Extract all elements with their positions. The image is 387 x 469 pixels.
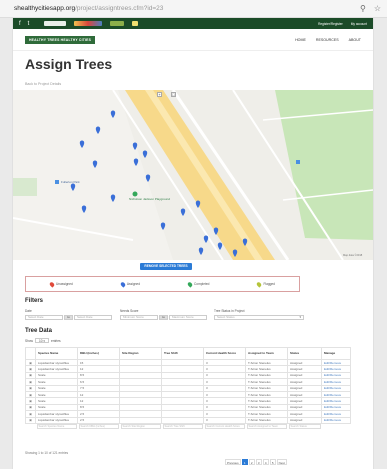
column-search-input[interactable]: Search Species Name — [36, 424, 77, 430]
column-search-row: Search Species Name Search DBH (inches) Se… — [26, 423, 351, 430]
url-text[interactable]: shealthycitiesapp.org/project/assigntree… — [14, 5, 352, 12]
column-search-input[interactable]: Search Current Health Score — [204, 424, 245, 430]
column-header-dbh[interactable]: DBH (inches) — [77, 347, 120, 360]
search-icon[interactable]: ⚲ — [360, 4, 366, 13]
column-search-input[interactable]: Search Tree Shift — [162, 424, 203, 430]
date-from-input[interactable]: Select Date — [25, 315, 63, 320]
page-2-button[interactable]: 2 — [248, 459, 255, 465]
legend-assigned: Assigned — [119, 280, 140, 288]
my-account-link[interactable]: My account — [351, 22, 367, 26]
map-label-park: Fullerton Park — [61, 180, 80, 184]
map-canvas[interactable]: Fullerton Park Nicholson Jackson Playgro… — [13, 90, 373, 260]
breadcrumb[interactable]: Back to Project Details — [25, 82, 61, 86]
tree-status-select[interactable]: Select Status ▾ — [214, 315, 304, 320]
partner-logo — [74, 21, 103, 26]
date-to-separator: to — [64, 315, 73, 320]
table-header-row: Species Name DBH (inches) Site Region Tr… — [25, 347, 351, 360]
blue-pin-icon — [119, 280, 127, 288]
partner-logo — [132, 21, 139, 26]
min-score-input[interactable]: Minimum Score — [120, 315, 158, 320]
column-search-input[interactable]: Search DBH (inches) — [78, 424, 119, 430]
column-header-manage[interactable]: Manage — [321, 347, 351, 360]
nav-home[interactable]: HOME — [295, 38, 306, 42]
column-search-input[interactable]: Search Status — [288, 424, 321, 430]
next-page-button[interactable]: Next — [276, 459, 287, 465]
manage-cell[interactable]: Edit/Remove — [321, 416, 351, 424]
date-to-input[interactable]: Select Date — [74, 315, 112, 320]
page-3-button[interactable]: 3 — [255, 459, 262, 465]
search-cell: Search Tree Shift — [162, 423, 204, 430]
search-cell: Search Species Name — [36, 423, 78, 430]
nav-about[interactable]: ABOUT — [349, 38, 361, 42]
needs-score-label: Needs Score — [120, 309, 139, 313]
fullscreen-button[interactable]: □ — [171, 92, 176, 97]
filters-heading: Filters — [25, 298, 44, 304]
page-title: Assign Trees — [25, 56, 113, 72]
column-header-select[interactable] — [25, 347, 36, 360]
column-search-input[interactable]: Search Assigned to Team — [246, 424, 287, 430]
twitter-icon[interactable]: t — [28, 21, 30, 27]
column-header-assigned-team[interactable]: Assigned to Team — [245, 347, 288, 360]
date-filter-label: Date — [25, 309, 32, 313]
yellow-pin-icon — [256, 280, 263, 288]
zoom-in-button[interactable]: + — [157, 92, 162, 97]
chevron-down-icon: ▾ — [299, 315, 301, 319]
red-pin-icon — [48, 280, 56, 288]
star-icon[interactable]: ☆ — [374, 4, 381, 13]
showing-entries-text: Showing 1 to 10 of 121 entries — [25, 451, 69, 455]
nav-resources[interactable]: RESOURCES — [316, 38, 339, 42]
register-link[interactable]: Register/Register — [318, 22, 343, 26]
pagination: Previous 1 2 3 4 5 Next — [225, 459, 287, 465]
map-label-playground: Nicholson Jackson Playground — [129, 197, 170, 201]
map-poi-icon — [55, 180, 59, 184]
map-credit: Map data ©2018 — [343, 253, 363, 257]
previous-page-button[interactable]: Previous — [225, 459, 241, 465]
top-bar: f t Register/Register My account — [13, 18, 373, 29]
park-area-small — [13, 178, 37, 196]
search-cell: Search Site Region — [120, 423, 162, 430]
tree-status-label: Tree Status in Project — [214, 309, 245, 313]
column-search-input[interactable]: Search Site Region — [120, 424, 161, 430]
search-cell: Search Assigned to Team — [246, 423, 288, 430]
search-cell: Search Current Health Score — [204, 423, 246, 430]
show-entries-control: Show 10 ▾ entries — [25, 338, 61, 343]
site-logo[interactable]: HEALTHY TREES HEALTHY CITIES — [25, 35, 96, 44]
max-score-input[interactable]: Maximum Score — [169, 315, 207, 320]
legend-unassigned: Unassigned — [48, 280, 73, 288]
column-header-status[interactable]: Status — [287, 347, 322, 360]
column-header-species[interactable]: Species Name — [35, 347, 78, 360]
browser-address-bar[interactable]: shealthycitiesapp.org/project/assigntree… — [0, 0, 387, 18]
search-cell: Search Status — [288, 423, 322, 430]
legend-completed: Completed — [186, 280, 209, 288]
map-poi-icon — [296, 160, 300, 164]
tree-data-heading: Tree Data — [25, 328, 53, 334]
entries-per-page-select[interactable]: 10 ▾ — [34, 338, 50, 343]
column-header-health-score[interactable]: Current Health Score — [203, 347, 246, 360]
search-spacer — [26, 423, 36, 430]
score-to-separator: to — [159, 315, 168, 320]
partner-logo — [44, 21, 67, 26]
column-header-site-region[interactable]: Site Region — [119, 347, 162, 360]
partner-logo — [110, 21, 125, 26]
page-4-button[interactable]: 4 — [262, 459, 269, 465]
remove-selected-trees-button[interactable]: REMOVE SELECTED TREES — [140, 263, 192, 270]
page-5-button[interactable]: 5 — [269, 459, 276, 465]
search-cell: Search DBH (inches) — [78, 423, 120, 430]
column-header-tree-shift[interactable]: Tree Shift — [161, 347, 204, 360]
tree-data-table: Species Name DBH (inches) Site Region Tr… — [25, 347, 351, 430]
status-legend: Unassigned Assigned Completed Flagged — [25, 276, 300, 292]
page-1-button[interactable]: 1 — [241, 459, 248, 465]
facebook-icon[interactable]: f — [19, 21, 21, 27]
playground-marker-icon — [132, 191, 138, 197]
legend-flagged: Flagged — [256, 280, 275, 288]
main-navbar: HEALTHY TREES HEALTHY CITIES HOME RESOUR… — [13, 29, 373, 51]
green-pin-icon — [186, 280, 194, 288]
tree-map[interactable]: Fullerton Park Nicholson Jackson Playgro… — [13, 90, 373, 260]
